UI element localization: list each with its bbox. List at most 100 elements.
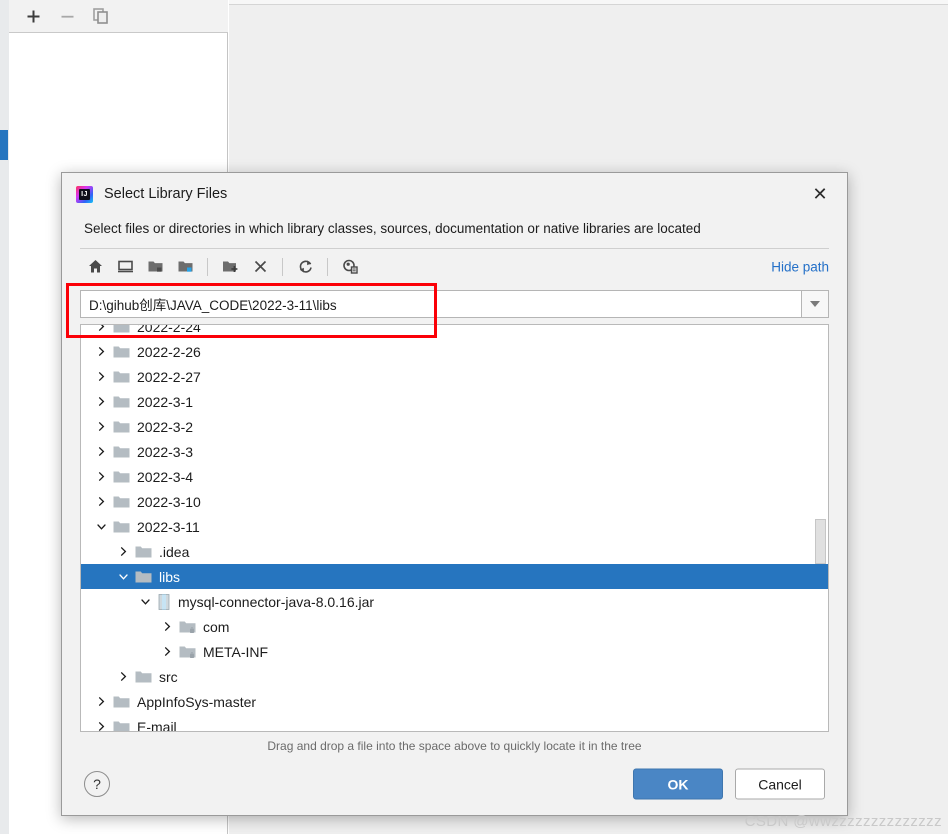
ide-selection-accent-bar — [0, 130, 8, 160]
folder-icon — [113, 371, 130, 382]
chevron-right-icon[interactable] — [159, 619, 175, 635]
tree-row-label: E-mail — [137, 718, 177, 732]
folder-icon — [113, 325, 130, 332]
tree-row[interactable]: com — [81, 614, 828, 639]
remove-icon[interactable] — [57, 6, 77, 26]
toolbar-separator — [327, 257, 328, 276]
tree-row-label: .idea — [159, 543, 190, 560]
folder-icon — [113, 520, 137, 534]
tree-row-label: 2022-3-2 — [137, 418, 194, 435]
copy-icon[interactable] — [91, 6, 111, 26]
folder-icon — [113, 421, 130, 432]
chevron-right-icon[interactable] — [93, 694, 109, 710]
chevron-right-icon[interactable] — [93, 444, 109, 460]
project-folder-button[interactable] — [140, 253, 170, 281]
dialog-action-buttons: OK Cancel — [633, 768, 825, 800]
hide-path-link[interactable]: Hide path — [771, 259, 829, 274]
chevron-down-icon[interactable] — [93, 519, 109, 535]
close-icon[interactable]: ✕ — [807, 181, 833, 207]
folder-icon — [135, 671, 152, 682]
drag-drop-hint: Drag and drop a file into the space abov… — [267, 739, 642, 753]
tree-row[interactable]: AppInfoSys-master — [81, 689, 828, 714]
tree-row[interactable]: 2022-3-4 — [81, 464, 828, 489]
add-icon[interactable] — [23, 6, 43, 26]
desktop-button[interactable] — [110, 253, 140, 281]
chevron-right-icon[interactable] — [159, 644, 175, 660]
module-folder-button[interactable] — [170, 253, 200, 281]
ok-button[interactable]: OK — [633, 768, 723, 800]
intellij-logo-icon: IJ — [76, 185, 93, 203]
tree-row[interactable]: E-mail — [81, 714, 828, 732]
chevron-right-icon[interactable] — [93, 494, 109, 510]
jar-icon — [157, 593, 178, 610]
folder-icon — [113, 471, 130, 482]
chevron-right-icon[interactable] — [93, 344, 109, 360]
folder-icon — [113, 496, 130, 507]
file-chooser-toolbar: Hide path — [80, 248, 829, 284]
tree-row[interactable]: 2022-3-3 — [81, 439, 828, 464]
new-folder-button[interactable] — [215, 253, 245, 281]
tree-row[interactable]: 2022-2-27 — [81, 364, 828, 389]
path-history-dropdown-button[interactable] — [802, 290, 829, 318]
file-tree[interactable]: 2022-2-24 2022-2-26 2022-2-27 2022-3-1 2022-… — [80, 324, 829, 732]
tree-scrollbar-thumb[interactable] — [815, 519, 826, 564]
chevron-right-icon[interactable] — [93, 369, 109, 385]
folder-icon — [113, 695, 137, 709]
folder-icon — [113, 345, 137, 359]
chevron-down-icon[interactable] — [137, 594, 153, 610]
chevron-right-icon[interactable] — [115, 544, 131, 560]
dialog-title: Select Library Files — [104, 186, 228, 202]
tree-row[interactable]: mysql-connector-java-8.0.16.jar — [81, 589, 828, 614]
jar-icon — [158, 593, 170, 610]
delete-button[interactable] — [245, 253, 275, 281]
chevron-right-icon[interactable] — [93, 419, 109, 435]
ide-panel-toolbar — [9, 0, 228, 33]
chevron-right-icon[interactable] — [93, 394, 109, 410]
ide-right-top-edge — [229, 0, 948, 5]
folder-icon — [135, 546, 152, 557]
show-hidden-button[interactable] — [335, 253, 365, 281]
tree-row[interactable]: 2022-3-11 — [81, 514, 828, 539]
tree-row-label: com — [203, 618, 230, 635]
dialog-subtitle: Select files or directories in which lib… — [84, 221, 701, 236]
folder-icon — [113, 696, 130, 707]
toolbar-separator — [282, 257, 283, 276]
help-button[interactable]: ? — [84, 771, 110, 797]
tree-row[interactable]: .idea — [81, 539, 828, 564]
tree-row[interactable]: 2022-3-1 — [81, 389, 828, 414]
folder-icon — [113, 396, 130, 407]
home-button[interactable] — [80, 253, 110, 281]
refresh-icon[interactable] — [290, 253, 320, 281]
intellij-logo-letters: IJ — [81, 190, 88, 198]
folder-lock-icon — [179, 645, 203, 659]
tree-row[interactable]: 2022-3-2 — [81, 414, 828, 439]
tree-row-label: 2022-3-3 — [137, 443, 194, 460]
path-input[interactable]: D:\gihub创库\JAVA_CODE\2022-3-11\libs — [80, 290, 802, 318]
chevron-right-icon[interactable] — [93, 325, 109, 335]
tree-row-label: mysql-connector-java-8.0.16.jar — [178, 593, 375, 610]
tree-row-label: AppInfoSys-master — [137, 693, 257, 710]
folder-icon — [113, 720, 137, 731]
tree-row-label: libs — [159, 568, 181, 585]
tree-row[interactable]: libs — [81, 564, 828, 589]
chevron-right-icon[interactable] — [115, 669, 131, 685]
chevron-down-icon[interactable] — [115, 569, 131, 585]
path-row: D:\gihub创库\JAVA_CODE\2022-3-11\libs — [80, 290, 829, 318]
chevron-right-icon[interactable] — [93, 719, 109, 732]
tree-row[interactable]: 2022-2-24 — [81, 325, 828, 339]
folder-icon — [113, 420, 137, 434]
tree-row-label: 2022-3-4 — [137, 468, 194, 485]
tree-row[interactable]: 2022-3-10 — [81, 489, 828, 514]
folder-icon — [113, 325, 137, 334]
chevron-right-icon[interactable] — [93, 469, 109, 485]
folder-icon — [135, 571, 152, 582]
cancel-button[interactable]: Cancel — [735, 768, 825, 800]
tree-row[interactable]: META-INF — [81, 639, 828, 664]
tree-row[interactable]: src — [81, 664, 828, 689]
tree-row-label: META-INF — [203, 643, 269, 660]
tree-row-label: 2022-2-27 — [137, 368, 201, 385]
ide-left-strip — [0, 0, 9, 834]
tree-row[interactable]: 2022-2-26 — [81, 339, 828, 364]
folder-lock-icon — [179, 646, 196, 658]
tree-row-label: 2022-3-11 — [137, 518, 200, 535]
